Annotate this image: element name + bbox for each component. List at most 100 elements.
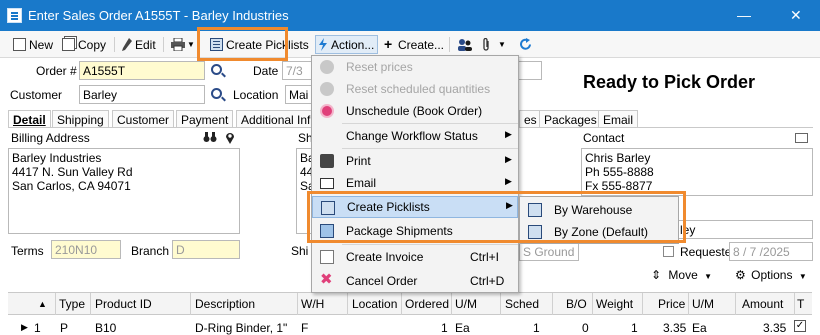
move-button[interactable]: ⇕ Move ▼ <box>651 268 712 282</box>
map-pin-icon[interactable] <box>225 131 235 147</box>
cell-um-2[interactable]: Ea <box>692 321 707 335</box>
billing-line: Barley Industries <box>12 151 102 165</box>
cell-wh[interactable]: F <box>301 321 308 335</box>
row-number: 1 <box>34 321 41 335</box>
column-header-t[interactable]: T <box>797 297 804 311</box>
tab-packages[interactable]: Packages <box>539 110 602 128</box>
column-header-sched[interactable]: Sched <box>505 297 539 311</box>
cell-weight[interactable]: 1 <box>631 321 638 335</box>
location-label: Location <box>233 88 279 102</box>
tab-customer[interactable]: Customer <box>112 110 175 128</box>
chevron-down-icon: ▼ <box>187 40 195 49</box>
order-number-field[interactable]: A1555T <box>79 61 205 80</box>
terms-field[interactable]: 210N10 <box>51 240 121 259</box>
cell-amount[interactable]: 3.35 <box>763 321 786 335</box>
cell-sched[interactable]: 1 <box>533 321 540 335</box>
submenu-arrow-icon: ▶ <box>505 176 512 186</box>
cell-um[interactable]: Ea <box>455 321 470 335</box>
cell-description[interactable]: D-Ring Binder, 1" <box>195 321 287 335</box>
column-header-amount[interactable]: Amount <box>742 297 783 311</box>
branch-field[interactable]: D <box>172 240 240 259</box>
tab-detail[interactable]: Detail <box>8 110 51 128</box>
column-header-bo[interactable]: B/O <box>566 297 587 311</box>
menu-item-change-workflow-status[interactable]: Change Workflow Status ▶ <box>312 125 518 147</box>
billing-address-box[interactable]: Barley Industries 4417 N. Sun Valley Rd … <box>8 148 240 234</box>
menu-item-print[interactable]: Print ▶ <box>312 150 518 172</box>
paperclip-icon <box>482 37 491 51</box>
contact-box[interactable]: Chris Barley Ph 555-8888 Fx 555-8877 <box>581 148 813 196</box>
edit-button[interactable]: Edit <box>122 36 156 53</box>
new-button[interactable]: New <box>13 36 53 53</box>
binoculars-icon[interactable] <box>203 132 217 146</box>
unschedule-icon <box>320 104 334 118</box>
action-button[interactable]: Action... <box>315 35 379 54</box>
new-label: New <box>29 37 54 52</box>
create-button[interactable]: + Create... <box>384 36 444 53</box>
chevron-down-icon: ▼ <box>798 272 807 281</box>
tab-email[interactable]: Email <box>598 110 639 128</box>
tab-shipping[interactable]: Shipping <box>52 110 109 128</box>
location-field[interactable]: Mai <box>285 85 312 104</box>
column-header-weight[interactable]: Weight <box>596 297 633 311</box>
column-header-wh[interactable]: W/H <box>301 297 324 311</box>
chevron-down-icon: ▼ <box>498 40 506 49</box>
tab-additional-info[interactable]: Additional Inf <box>236 110 316 128</box>
cell-product-id[interactable]: B10 <box>95 321 116 335</box>
contact-name-field[interactable]: ley <box>676 220 813 239</box>
menu-item-unschedule[interactable]: Unschedule (Book Order) <box>312 100 518 122</box>
tab-payment[interactable]: Payment <box>176 110 234 128</box>
menu-item-reset-prices[interactable]: Reset prices <box>312 56 518 78</box>
copy-icon <box>62 38 75 51</box>
close-button[interactable]: ✕ <box>790 7 802 24</box>
ship-via-field[interactable]: S Ground <box>519 242 579 261</box>
cell-taxable-checkbox[interactable]: ✓ <box>794 320 806 332</box>
contacts-button[interactable] <box>457 36 473 53</box>
menu-item-cancel-order[interactable]: ✖ Cancel Order Ctrl+D <box>312 270 518 292</box>
contact-card-icon[interactable] <box>795 133 808 143</box>
requested-checkbox[interactable] <box>663 246 674 257</box>
options-button[interactable]: ⚙ Options ▼ <box>735 268 807 282</box>
reset-icon <box>320 60 334 74</box>
column-header-price[interactable]: Price <box>658 297 685 311</box>
billing-address-label: Billing Address <box>11 131 90 145</box>
printer-icon <box>171 37 185 52</box>
terms-label: Terms <box>11 244 44 258</box>
cell-ordered[interactable]: 1 <box>441 321 448 335</box>
print-dropdown[interactable]: ▼ <box>171 36 195 53</box>
search-icon[interactable] <box>211 64 222 75</box>
field-partial[interactable] <box>518 61 542 80</box>
toolbar: New Copy Edit ▼ Create Picklists Action.… <box>0 31 820 58</box>
move-arrows-icon: ⇕ <box>651 268 662 282</box>
menu-item-create-invoice[interactable]: Create Invoice Ctrl+I <box>312 246 518 268</box>
menu-item-reset-scheduled-quantities[interactable]: Reset scheduled quantities <box>312 78 518 100</box>
refresh-button[interactable] <box>519 36 535 53</box>
submenu-arrow-icon: ▶ <box>505 154 512 164</box>
requested-date-field[interactable]: 8 / 7 /2025 <box>729 242 813 261</box>
create-label: Create... <box>398 37 445 52</box>
billing-line: San Carlos, CA 94071 <box>12 179 131 193</box>
cell-type[interactable]: P <box>60 321 68 335</box>
minimize-button[interactable]: — <box>737 7 751 23</box>
column-header-location[interactable]: Location <box>352 297 397 311</box>
column-header-um-2[interactable]: U/M <box>692 297 714 311</box>
column-header-product-id[interactable]: Product ID <box>95 297 152 311</box>
attachment-dropdown[interactable]: ▼ <box>482 36 506 53</box>
column-header-description[interactable]: Description <box>195 297 255 311</box>
date-field[interactable]: 7/3 <box>282 61 312 80</box>
column-header-type[interactable]: Type <box>59 297 85 311</box>
pencil-icon <box>122 38 132 51</box>
cell-bo[interactable]: 0 <box>582 321 589 335</box>
column-header-ordered[interactable]: Ordered <box>405 297 449 311</box>
billing-line: 4417 N. Sun Valley Rd <box>12 165 133 179</box>
sort-up-icon[interactable]: ▲ <box>38 299 47 309</box>
copy-button[interactable]: Copy <box>62 36 106 53</box>
cell-price[interactable]: 3.35 <box>663 321 686 335</box>
date-label: Date <box>253 64 279 78</box>
ship-via-label: Shi <box>291 244 309 258</box>
email-icon <box>320 178 334 189</box>
new-document-icon <box>13 38 26 51</box>
search-icon[interactable] <box>211 88 222 99</box>
column-header-um[interactable]: U/M <box>455 297 477 311</box>
customer-field[interactable]: Barley <box>79 85 205 104</box>
order-status-heading: Ready to Pick Order <box>583 72 756 92</box>
